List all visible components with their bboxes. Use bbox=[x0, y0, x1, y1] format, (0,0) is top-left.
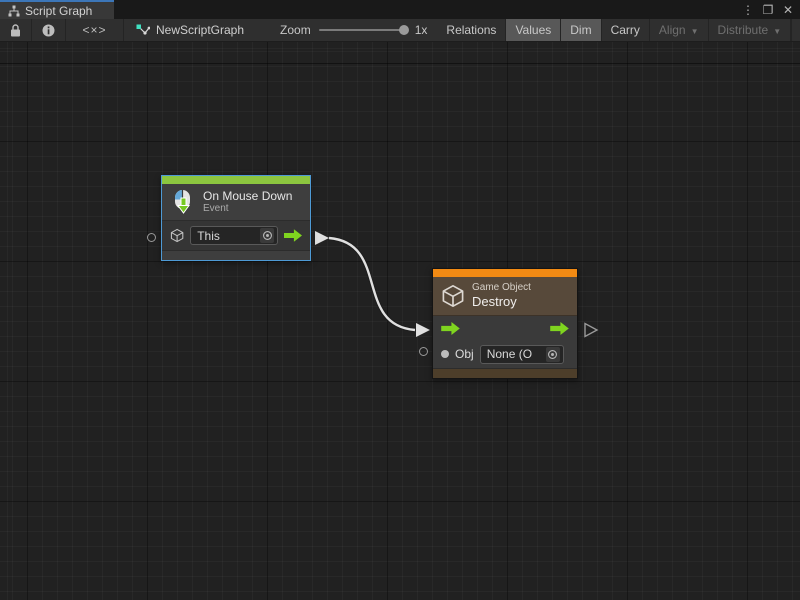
flow-output-arrow-icon[interactable] bbox=[550, 322, 569, 335]
node-footer bbox=[162, 250, 310, 260]
unity-script-graph-window: { "window": { "tab": { "label": "Script … bbox=[0, 0, 800, 600]
node-header[interactable]: Game Object Destroy bbox=[433, 277, 577, 316]
tab-script-graph[interactable]: Script Graph bbox=[0, 0, 114, 19]
node-titles: Game Object Destroy bbox=[472, 282, 531, 310]
graph-reference[interactable]: NewScriptGraph bbox=[124, 19, 256, 41]
values-button[interactable]: Values bbox=[506, 19, 561, 41]
object-picker-icon[interactable] bbox=[260, 228, 274, 243]
carry-label: Carry bbox=[611, 23, 640, 37]
tab-label: Script Graph bbox=[25, 4, 92, 18]
distribute-label: Distribute bbox=[718, 23, 769, 37]
flow-input-arrow-icon[interactable] bbox=[441, 322, 460, 335]
zoom-label: Zoom bbox=[280, 23, 311, 37]
info-icon bbox=[42, 24, 55, 37]
destroy-flow-row bbox=[433, 316, 577, 340]
close-icon[interactable]: ✕ bbox=[780, 2, 796, 18]
event-accent-stripe bbox=[162, 176, 310, 184]
flow-output-arrow-icon[interactable] bbox=[284, 229, 302, 242]
graph-name: NewScriptGraph bbox=[156, 23, 244, 37]
node-destroy[interactable]: Game Object Destroy Obj None (O bbox=[432, 268, 578, 379]
destroy-node-obj-port[interactable] bbox=[419, 347, 428, 356]
graph-asset-icon bbox=[136, 24, 150, 36]
flow-continue-triangle[interactable] bbox=[585, 324, 597, 337]
distribute-dropdown[interactable]: Distribute ▼ bbox=[709, 19, 792, 41]
node-header[interactable]: On Mouse Down Event bbox=[162, 184, 310, 221]
gameobject-cube-icon bbox=[170, 228, 184, 243]
node-footer bbox=[433, 368, 577, 378]
graph-hierarchy-icon bbox=[8, 5, 20, 17]
window-controls: ⋮ ❐ ✕ bbox=[740, 0, 796, 19]
mouse-down-icon bbox=[170, 189, 196, 215]
node-subtitle: Event bbox=[203, 203, 292, 215]
relations-label: Relations bbox=[446, 23, 496, 37]
wire-layer bbox=[0, 42, 800, 600]
dim-button[interactable]: Dim bbox=[561, 19, 601, 41]
gameobject-cube-icon bbox=[441, 284, 465, 308]
mouse-node-target-port[interactable] bbox=[147, 233, 156, 242]
node-titles: On Mouse Down Event bbox=[203, 189, 292, 215]
align-label: Align bbox=[659, 23, 686, 37]
graph-toolbar: <×> NewScriptGraph Zoom 1x Relations Val… bbox=[0, 19, 800, 42]
overview-button[interactable]: Overview bbox=[792, 19, 800, 41]
chevron-down-icon: ▼ bbox=[691, 27, 699, 36]
maximize-icon[interactable]: ❐ bbox=[760, 2, 776, 18]
object-picker-icon[interactable] bbox=[546, 347, 560, 362]
graph-canvas[interactable]: On Mouse Down Event This bbox=[0, 42, 800, 600]
gameobject-accent-stripe bbox=[433, 269, 577, 277]
wire-start-arrowhead bbox=[315, 231, 329, 245]
tab-bar: Script Graph ⋮ ❐ ✕ bbox=[0, 0, 800, 19]
align-dropdown[interactable]: Align ▼ bbox=[650, 19, 709, 41]
flow-connection-wire[interactable] bbox=[315, 231, 430, 337]
zoom-value: 1x bbox=[415, 23, 428, 37]
zoom-control: Zoom 1x bbox=[270, 19, 437, 41]
code-icon: <×> bbox=[82, 23, 106, 37]
lock-icon bbox=[10, 24, 21, 37]
zoom-slider[interactable] bbox=[319, 29, 407, 31]
obj-object-field[interactable]: None (O bbox=[480, 345, 564, 364]
obj-port-label: Obj bbox=[455, 347, 474, 361]
obj-field-value: None (O bbox=[487, 347, 532, 361]
chevron-down-icon: ▼ bbox=[773, 27, 781, 36]
target-field-value: This bbox=[197, 229, 220, 243]
wire-end-arrowhead bbox=[416, 323, 430, 337]
destroy-obj-row: Obj None (O bbox=[433, 340, 577, 368]
values-label: Values bbox=[515, 23, 551, 37]
code-view-button[interactable]: <×> bbox=[66, 19, 124, 41]
node-title: On Mouse Down bbox=[203, 189, 292, 203]
lock-button[interactable] bbox=[0, 19, 32, 41]
mouse-node-port-row: This bbox=[162, 221, 310, 250]
info-button[interactable] bbox=[32, 19, 66, 41]
obj-value-port-dot[interactable] bbox=[441, 350, 449, 358]
dim-label: Dim bbox=[570, 23, 591, 37]
target-object-field[interactable]: This bbox=[190, 226, 278, 245]
node-on-mouse-down[interactable]: On Mouse Down Event This bbox=[161, 175, 311, 261]
node-title: Destroy bbox=[472, 294, 531, 310]
relations-button[interactable]: Relations bbox=[437, 19, 506, 41]
zoom-slider-thumb[interactable] bbox=[399, 25, 409, 35]
carry-button[interactable]: Carry bbox=[602, 19, 650, 41]
node-category: Game Object bbox=[472, 282, 531, 294]
menu-kebab-icon[interactable]: ⋮ bbox=[740, 2, 756, 18]
